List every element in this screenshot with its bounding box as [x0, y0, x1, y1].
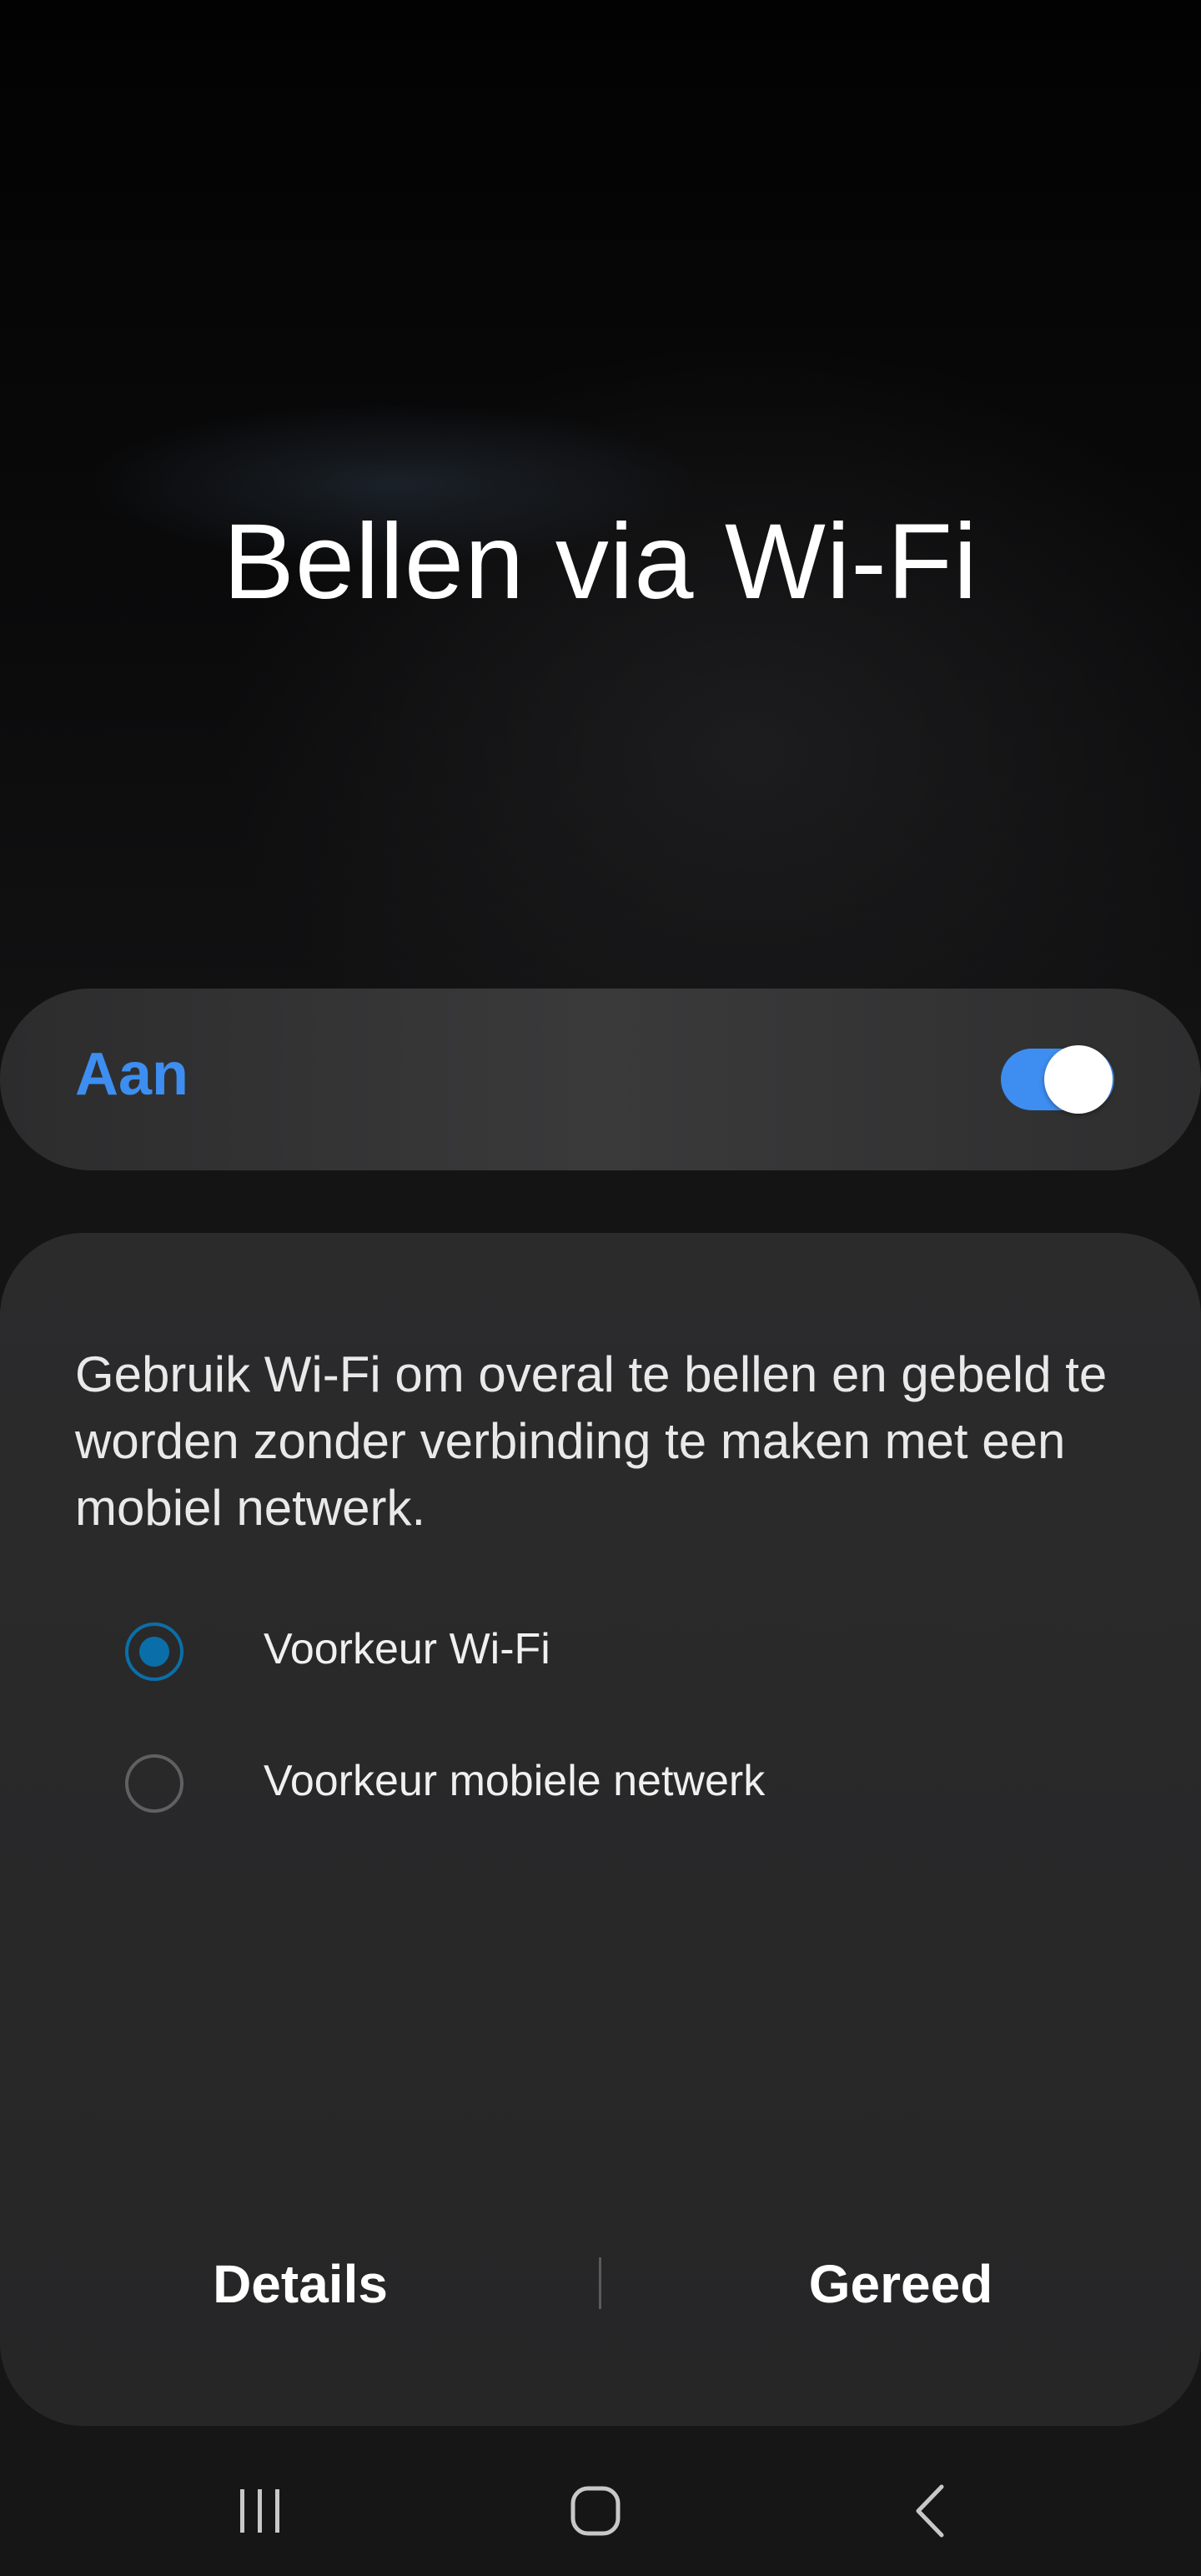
radio-button[interactable] [125, 1754, 183, 1813]
option-label: Voorkeur Wi-Fi [264, 1625, 550, 1673]
action-bar: Details Gereed [0, 2242, 1201, 2326]
recent-apps-icon [240, 2489, 279, 2533]
home-button[interactable] [512, 2469, 679, 2553]
radio-button-selected[interactable] [125, 1623, 183, 1681]
option-prefer-mobile-network[interactable]: Voorkeur mobiele netwerk [117, 1744, 1118, 1828]
option-label: Voorkeur mobiele netwerk [264, 1757, 766, 1805]
home-icon [570, 2486, 621, 2536]
recent-apps-button[interactable] [177, 2469, 344, 2553]
toggle-switch-thumb [1044, 1045, 1113, 1114]
navigation-bar [0, 2444, 1201, 2576]
back-button[interactable] [847, 2469, 1014, 2553]
master-switch-bar[interactable]: Aan [0, 989, 1201, 1170]
master-switch-label: Aan [75, 1041, 189, 1108]
settings-card: Gebruik Wi-Fi om overal te bellen en geb… [0, 1233, 1201, 2426]
radio-dot [139, 1637, 169, 1667]
wifi-calling-screen: Bellen via Wi-Fi Aan Gebruik Wi-Fi om ov… [0, 0, 1201, 2576]
description-text: Gebruik Wi-Fi om overal te bellen en geb… [75, 1346, 1108, 1536]
page-title: Bellen via Wi-Fi [223, 502, 978, 621]
option-prefer-wifi[interactable]: Voorkeur Wi-Fi [117, 1613, 1118, 1696]
details-button[interactable]: Details [0, 2242, 600, 2326]
toggle-switch[interactable] [1001, 1045, 1114, 1114]
done-button[interactable]: Gereed [600, 2242, 1201, 2326]
back-icon [916, 2484, 944, 2538]
